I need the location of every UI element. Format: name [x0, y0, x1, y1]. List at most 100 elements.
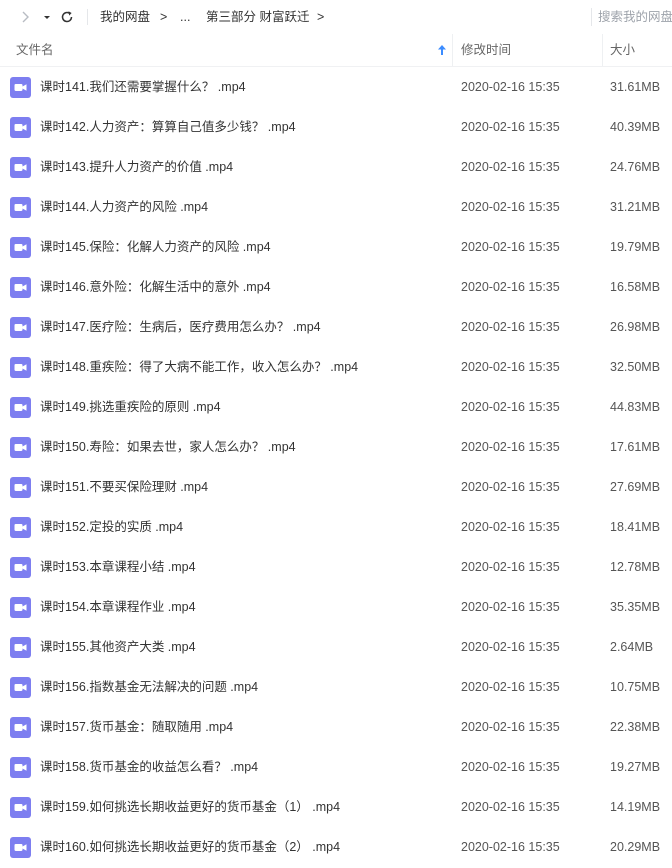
video-file-icon [10, 557, 31, 578]
video-file-icon [10, 797, 31, 818]
file-modified-time: 2020-02-16 15:35 [461, 800, 560, 814]
file-modified-time: 2020-02-16 15:35 [461, 160, 560, 174]
file-row[interactable]: 课时155.其他资产大类 .mp4 2020-02-16 15:35 2.64MB [0, 627, 672, 667]
file-size: 19.79MB [610, 240, 661, 254]
file-name[interactable]: 课时148.重疾险：得了大病不能工作，收入怎么办？ .mp4 [40, 347, 358, 388]
file-modified-time: 2020-02-16 15:35 [461, 680, 560, 694]
file-size: 40.39MB [610, 120, 661, 134]
video-file-icon [10, 597, 31, 618]
file-modified-time: 2020-02-16 15:35 [461, 80, 560, 94]
column-header-size[interactable]: 大小 [610, 34, 635, 66]
breadcrumb-separator: > [317, 10, 325, 24]
file-row[interactable]: 课时158.货币基金的收益怎么看？ .mp4 2020-02-16 15:35 19… [0, 747, 672, 787]
file-row[interactable]: 课时144.人力资产的风险 .mp4 2020-02-16 15:35 31.21M… [0, 187, 672, 227]
column-header-name[interactable]: 文件名 [16, 34, 54, 66]
column-divider[interactable] [602, 34, 603, 66]
breadcrumb-current[interactable]: 第三部分 财富跃迁 [206, 0, 309, 34]
file-name[interactable]: 课时152.定投的实质 .mp4 [40, 507, 183, 548]
video-file-icon [10, 117, 31, 138]
file-modified-time: 2020-02-16 15:35 [461, 480, 560, 494]
file-modified-time: 2020-02-16 15:35 [461, 840, 560, 854]
file-row[interactable]: 课时154.本章课程作业 .mp4 2020-02-16 15:35 35.35MB [0, 587, 672, 627]
file-name[interactable]: 课时160.如何挑选长期收益更好的货币基金（2） .mp4 [40, 827, 340, 868]
file-name[interactable]: 课时145.保险：化解人力资产的风险 .mp4 [40, 227, 271, 268]
file-size: 17.61MB [610, 440, 661, 454]
video-file-icon [10, 757, 31, 778]
file-modified-time: 2020-02-16 15:35 [461, 320, 560, 334]
sort-ascending-icon[interactable] [437, 44, 447, 56]
file-modified-time: 2020-02-16 15:35 [461, 400, 560, 414]
file-row[interactable]: 课时146.意外险：化解生活中的意外 .mp4 2020-02-16 15:35 1… [0, 267, 672, 307]
search-input[interactable]: 搜索我的网盘 [598, 0, 672, 34]
file-row[interactable]: 课时152.定投的实质 .mp4 2020-02-16 15:35 18.41MB [0, 507, 672, 547]
file-size: 16.58MB [610, 280, 661, 294]
video-file-icon [10, 77, 31, 98]
file-name[interactable]: 课时156.指数基金无法解决的问题 .mp4 [40, 667, 258, 708]
video-file-icon [10, 397, 31, 418]
file-size: 24.76MB [610, 160, 661, 174]
file-row[interactable]: 课时153.本章课程小结 .mp4 2020-02-16 15:35 12.78MB [0, 547, 672, 587]
video-file-icon [10, 237, 31, 258]
refresh-icon[interactable] [58, 8, 76, 26]
video-file-icon [10, 837, 31, 858]
search-divider [591, 8, 592, 26]
file-row[interactable]: 课时145.保险：化解人力资产的风险 .mp4 2020-02-16 15:35 1… [0, 227, 672, 267]
file-name[interactable]: 课时141.我们还需要掌握什么？ .mp4 [40, 67, 246, 108]
forward-arrow-icon[interactable] [16, 8, 34, 26]
file-modified-time: 2020-02-16 15:35 [461, 440, 560, 454]
breadcrumb-separator: > [160, 10, 168, 24]
file-name[interactable]: 课时147.医疗险：生病后，医疗费用怎么办？ .mp4 [40, 307, 321, 348]
file-modified-time: 2020-02-16 15:35 [461, 280, 560, 294]
file-row[interactable]: 课时150.寿险：如果去世，家人怎么办？ .mp4 2020-02-16 15:3… [0, 427, 672, 467]
history-dropdown-icon[interactable] [38, 8, 56, 26]
file-name[interactable]: 课时144.人力资产的风险 .mp4 [40, 187, 208, 228]
column-header-modified[interactable]: 修改时间 [461, 34, 511, 66]
file-size: 20.29MB [610, 840, 661, 854]
file-name[interactable]: 课时143.提升人力资产的价值 .mp4 [40, 147, 233, 188]
file-size: 31.61MB [610, 80, 661, 94]
file-name[interactable]: 课时154.本章课程作业 .mp4 [40, 587, 196, 628]
file-row[interactable]: 课时159.如何挑选长期收益更好的货币基金（1） .mp4 2020-02-16 … [0, 787, 672, 827]
file-modified-time: 2020-02-16 15:35 [461, 360, 560, 374]
file-size: 22.38MB [610, 720, 661, 734]
file-name[interactable]: 课时153.本章课程小结 .mp4 [40, 547, 196, 588]
file-size: 14.19MB [610, 800, 661, 814]
file-row[interactable]: 课时147.医疗险：生病后，医疗费用怎么办？ .mp4 2020-02-16 15… [0, 307, 672, 347]
file-row[interactable]: 课时157.货币基金：随取随用 .mp4 2020-02-16 15:35 22.3… [0, 707, 672, 747]
file-row[interactable]: 课时142.人力资产：算算自己值多少钱？ .mp4 2020-02-16 15:3… [0, 107, 672, 147]
file-name[interactable]: 课时151.不要买保险理财 .mp4 [40, 467, 208, 508]
file-row[interactable]: 课时143.提升人力资产的价值 .mp4 2020-02-16 15:35 24.7… [0, 147, 672, 187]
file-name[interactable]: 课时159.如何挑选长期收益更好的货币基金（1） .mp4 [40, 787, 340, 828]
file-modified-time: 2020-02-16 15:35 [461, 560, 560, 574]
breadcrumb-ellipsis[interactable]: ... [180, 0, 190, 34]
file-modified-time: 2020-02-16 15:35 [461, 200, 560, 214]
file-modified-time: 2020-02-16 15:35 [461, 720, 560, 734]
file-name[interactable]: 课时150.寿险：如果去世，家人怎么办？ .mp4 [40, 427, 296, 468]
file-modified-time: 2020-02-16 15:35 [461, 600, 560, 614]
file-size: 31.21MB [610, 200, 661, 214]
file-row[interactable]: 课时151.不要买保险理财 .mp4 2020-02-16 15:35 27.69M… [0, 467, 672, 507]
file-size: 44.83MB [610, 400, 661, 414]
file-modified-time: 2020-02-16 15:35 [461, 760, 560, 774]
video-file-icon [10, 357, 31, 378]
video-file-icon [10, 717, 31, 738]
file-modified-time: 2020-02-16 15:35 [461, 640, 560, 654]
video-file-icon [10, 477, 31, 498]
video-file-icon [10, 197, 31, 218]
file-name[interactable]: 课时157.货币基金：随取随用 .mp4 [40, 707, 233, 748]
file-size: 2.64MB [610, 640, 654, 654]
file-name[interactable]: 课时158.货币基金的收益怎么看？ .mp4 [40, 747, 258, 788]
file-name[interactable]: 课时155.其他资产大类 .mp4 [40, 627, 196, 668]
file-row[interactable]: 课时148.重疾险：得了大病不能工作，收入怎么办？ .mp4 2020-02-16… [0, 347, 672, 387]
file-row[interactable]: 课时160.如何挑选长期收益更好的货币基金（2） .mp4 2020-02-16 … [0, 827, 672, 867]
file-row[interactable]: 课时156.指数基金无法解决的问题 .mp4 2020-02-16 15:35 10… [0, 667, 672, 707]
file-row[interactable]: 课时149.挑选重疾险的原则 .mp4 2020-02-16 15:35 44.83… [0, 387, 672, 427]
breadcrumb-root[interactable]: 我的网盘 [100, 0, 150, 34]
file-name[interactable]: 课时142.人力资产：算算自己值多少钱？ .mp4 [40, 107, 296, 148]
file-name[interactable]: 课时146.意外险：化解生活中的意外 .mp4 [40, 267, 271, 308]
file-name[interactable]: 课时149.挑选重疾险的原则 .mp4 [40, 387, 221, 428]
video-file-icon [10, 437, 31, 458]
column-divider[interactable] [452, 34, 453, 66]
file-row[interactable]: 课时141.我们还需要掌握什么？ .mp4 2020-02-16 15:35 31.… [0, 67, 672, 107]
file-modified-time: 2020-02-16 15:35 [461, 240, 560, 254]
